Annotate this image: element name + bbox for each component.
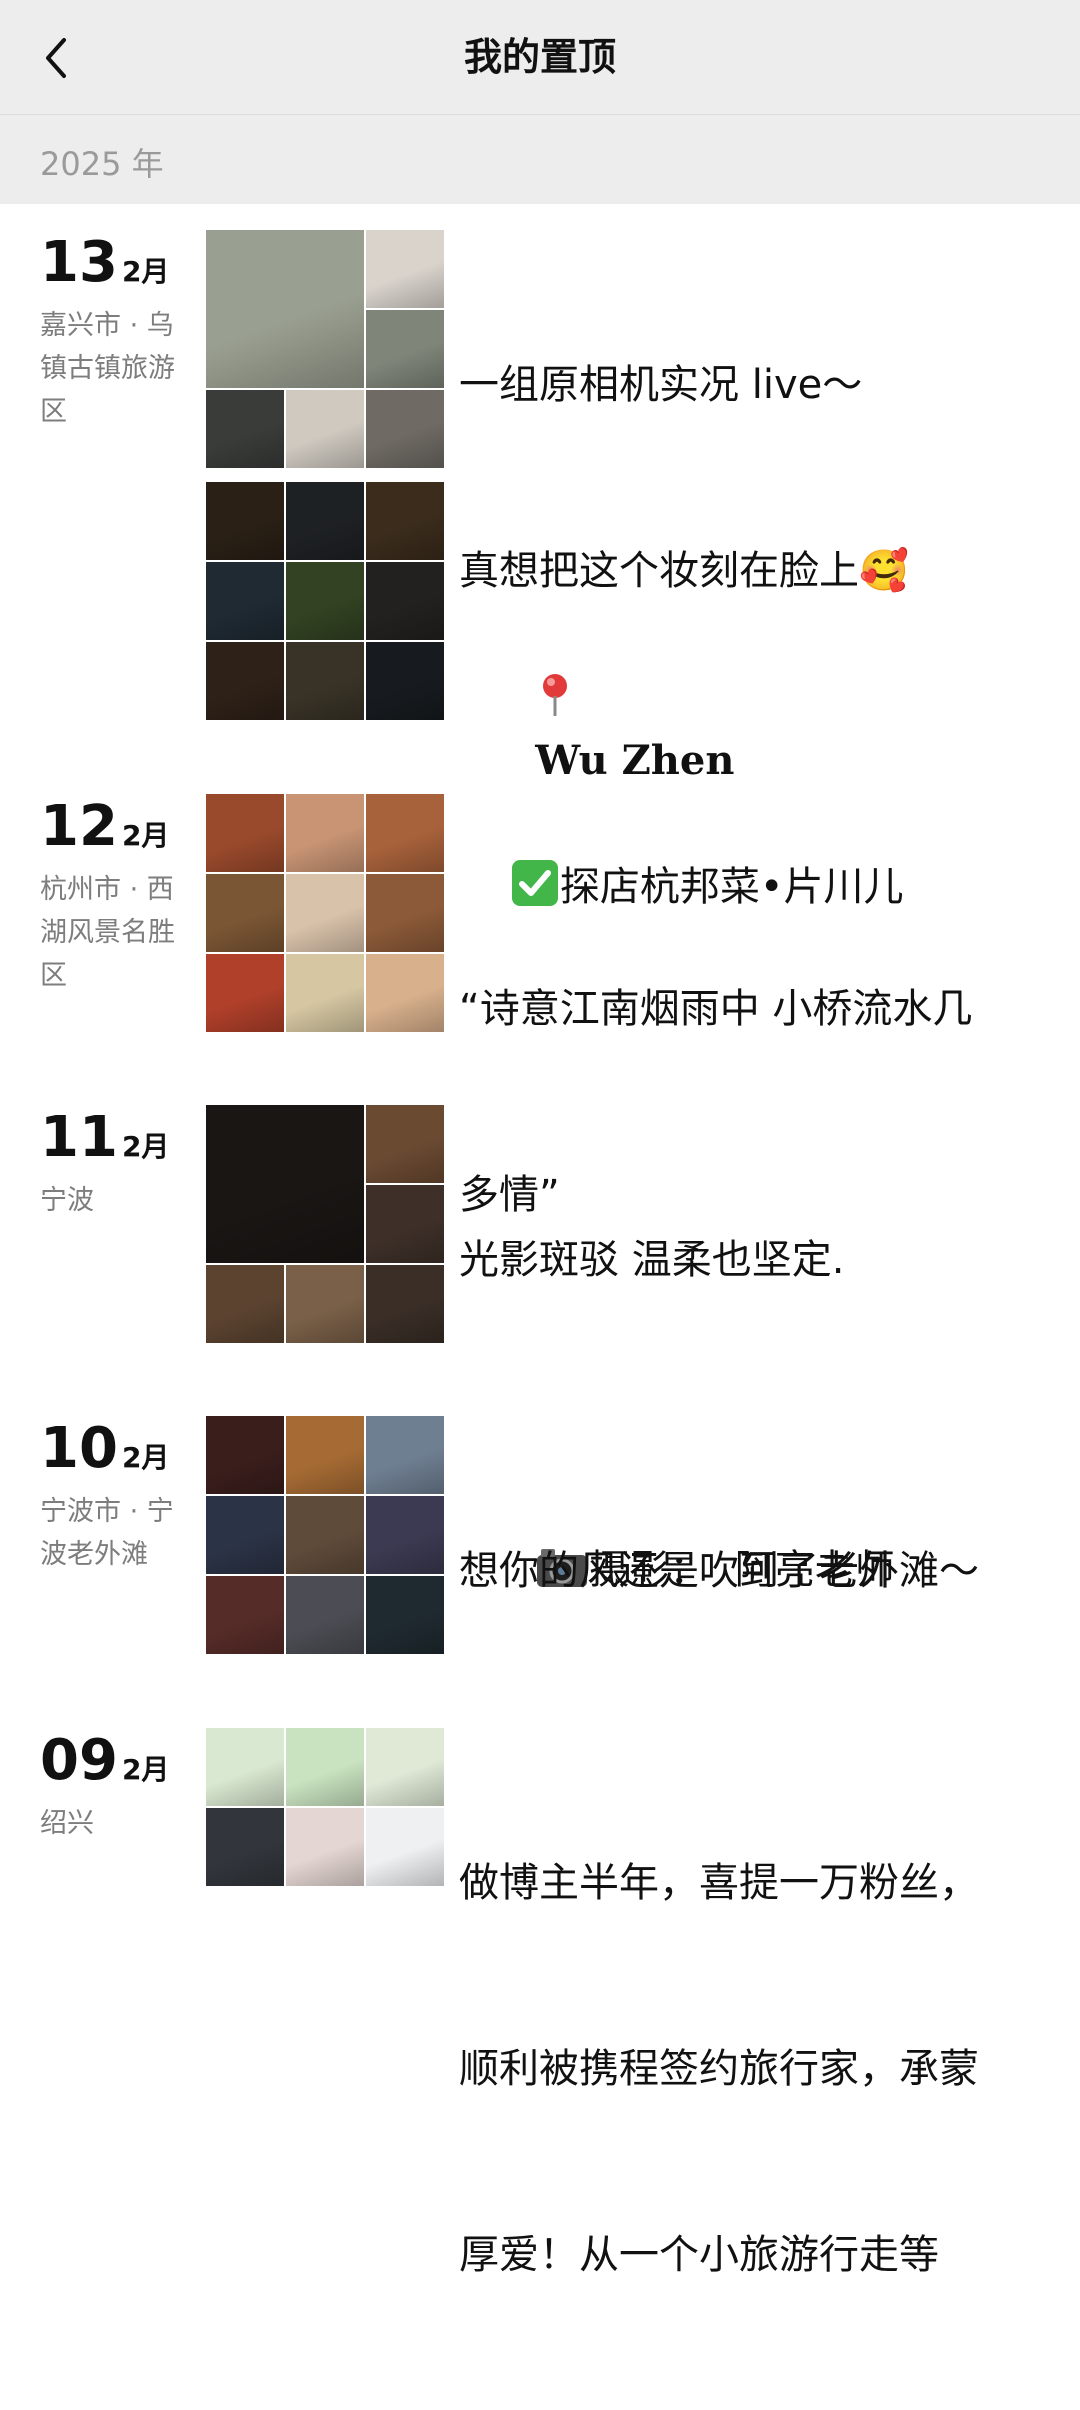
post-location: 宁波	[40, 1185, 94, 1216]
photo-thumbnail[interactable]	[206, 1728, 284, 1806]
post-location: 绍兴	[40, 1808, 94, 1839]
photo-thumbnail[interactable]	[286, 794, 364, 872]
quote-line: “诗意江南烟雨中 小桥流水几	[459, 986, 973, 1032]
post-date: 11 2月	[40, 1105, 169, 1170]
caption-line: 顺利被携程签约旅行家，承蒙	[459, 2046, 979, 2092]
photo-thumbnail[interactable]	[206, 1105, 364, 1263]
photo-thumbnail[interactable]	[206, 794, 284, 872]
photo-thumbnail[interactable]	[206, 954, 284, 1032]
post-day: 12	[40, 794, 118, 859]
post-day: 11	[40, 1105, 118, 1170]
place-name: Wu Zhen	[535, 737, 735, 784]
year-divider: 2025 年	[0, 115, 1080, 204]
photo-thumbnail[interactable]	[286, 562, 364, 640]
photo-thumbnail[interactable]	[286, 1808, 364, 1886]
photo-thumbnail[interactable]	[286, 954, 364, 1032]
photo-thumbnail[interactable]	[206, 1808, 284, 1886]
post-month: 2月	[121, 1753, 170, 1786]
post-day: 13	[40, 230, 118, 295]
photo-thumbnail[interactable]	[366, 874, 444, 952]
post-caption: 想你的风还是吹到了老外滩～	[459, 1416, 1019, 1726]
photo-thumbnail[interactable]	[206, 482, 284, 560]
photo-thumbnail[interactable]	[206, 562, 284, 640]
photo-thumbnail[interactable]	[366, 1496, 444, 1574]
photo-thumbnail[interactable]	[286, 1416, 364, 1494]
photo-thumbnail[interactable]	[286, 1576, 364, 1654]
photo-thumbnail[interactable]	[206, 1496, 284, 1574]
photo-thumbnail[interactable]	[206, 642, 284, 720]
photo-thumbnail[interactable]	[206, 874, 284, 952]
photo-thumbnail[interactable]	[286, 390, 364, 468]
photo-thumbnail[interactable]	[366, 562, 444, 640]
photo-thumbnail[interactable]	[366, 1105, 444, 1183]
photo-thumbnail[interactable]	[366, 390, 444, 468]
photo-thumbnail[interactable]	[366, 1416, 444, 1494]
photo-thumbnail[interactable]	[206, 390, 284, 468]
pin-icon	[543, 674, 568, 716]
photo-thumbnail[interactable]	[286, 874, 364, 952]
caption-line: 厚爱！从一个小旅游行走等	[459, 2232, 939, 2278]
photo-thumbnail[interactable]	[366, 1808, 444, 1886]
photo-thumbnail[interactable]	[286, 1496, 364, 1574]
photo-grid[interactable]	[206, 1728, 444, 1966]
photo-thumbnail[interactable]	[366, 642, 444, 720]
photo-thumbnail[interactable]	[286, 1728, 364, 1806]
post-date: 10 2月	[40, 1416, 169, 1481]
year-label: 2025 年	[40, 145, 164, 183]
caption-line: 光影斑驳 温柔也坚定.	[459, 1237, 845, 1283]
caption-line: 做博主半年，喜提一万粉丝，	[459, 1860, 979, 1906]
post-date: 12 2月	[40, 794, 169, 859]
photo-grid[interactable]	[206, 482, 444, 720]
photo-thumbnail[interactable]	[366, 310, 444, 388]
header-bar: 我的置顶	[0, 0, 1080, 115]
photo-grid[interactable]	[206, 230, 444, 468]
photo-thumbnail[interactable]	[206, 230, 364, 388]
post-location: 宁波市 · 宁波老外滩	[40, 1496, 174, 1570]
photo-thumbnail[interactable]	[366, 794, 444, 872]
photo-thumbnail[interactable]	[366, 482, 444, 560]
photo-grid[interactable]	[206, 1105, 444, 1343]
photo-thumbnail[interactable]	[206, 1416, 284, 1494]
caption-line: 想你的风还是吹到了老外滩～	[459, 1548, 979, 1594]
photo-thumbnail[interactable]	[206, 1265, 284, 1343]
post-caption: 探店杭邦菜•片川儿	[459, 794, 1019, 980]
photo-thumbnail[interactable]	[366, 230, 444, 308]
post-date: 09 2月	[40, 1728, 169, 1793]
post-day: 09	[40, 1728, 118, 1793]
photo-thumbnail[interactable]	[286, 1265, 364, 1343]
photo-thumbnail[interactable]	[286, 642, 364, 720]
photo-grid[interactable]	[206, 794, 444, 1032]
post-month: 2月	[121, 255, 170, 288]
post-caption: 做博主半年，喜提一万粉丝， 顺利被携程签约旅行家，承蒙 厚爱！从一个小旅游行走等	[459, 1728, 1019, 2410]
photo-thumbnail[interactable]	[366, 954, 444, 1032]
photo-grid[interactable]	[206, 1416, 444, 1654]
photo-thumbnail[interactable]	[286, 482, 364, 560]
post-month: 2月	[121, 819, 170, 852]
post-location: 嘉兴市 · 乌镇古镇旅游区	[40, 310, 175, 427]
post-month: 2月	[121, 1130, 170, 1163]
photo-thumbnail[interactable]	[366, 1185, 444, 1263]
photo-thumbnail[interactable]	[366, 1265, 444, 1343]
page-title: 我的置顶	[463, 35, 616, 79]
caption-line: 探店杭邦菜•片川儿	[559, 864, 904, 910]
photo-thumbnail[interactable]	[366, 1728, 444, 1806]
post-location: 杭州市 · 西湖风景名胜区	[40, 874, 175, 991]
post-day: 10	[40, 1416, 118, 1481]
post-month: 2月	[121, 1441, 170, 1474]
check-icon	[511, 860, 558, 906]
caption-line: 一组原相机实况 live～	[459, 362, 863, 408]
photo-thumbnail[interactable]	[366, 1576, 444, 1654]
photo-thumbnail[interactable]	[206, 1576, 284, 1654]
post-date: 13 2月	[40, 230, 169, 295]
